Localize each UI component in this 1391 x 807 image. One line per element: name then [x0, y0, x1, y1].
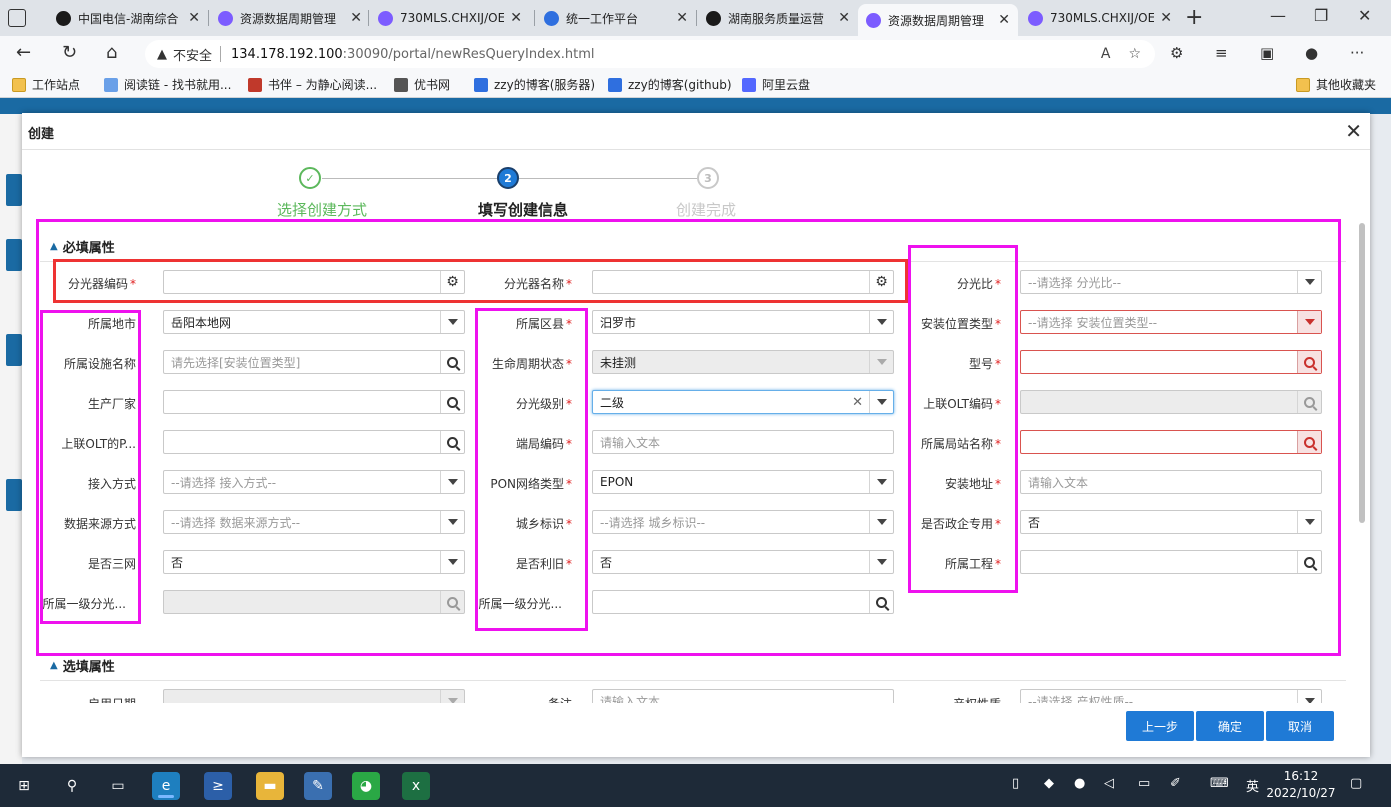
field-label: 启用日期	[36, 695, 136, 703]
collections-icon[interactable]: ▣	[1260, 44, 1274, 62]
browser-tab[interactable]: 730MLS.CHXIJ/OE ✕	[370, 4, 530, 32]
extensions-icon[interactable]: ⚙	[1170, 44, 1183, 62]
field-label: 备注	[472, 695, 572, 703]
browser-tab[interactable]: 中国电信-湖南综合 ✕	[48, 4, 208, 32]
folder-icon	[1296, 77, 1310, 92]
browser-tab[interactable]: 统一工作平台 ✕	[536, 4, 696, 32]
close-tab-icon[interactable]: ✕	[670, 10, 688, 26]
home-icon[interactable]: ⌂	[106, 42, 117, 63]
volume-icon[interactable]: ◁	[1104, 776, 1114, 791]
file-explorer-icon[interactable]: ▬	[256, 772, 284, 800]
pen-icon[interactable]: ✐	[1170, 776, 1181, 791]
read-aloud-icon[interactable]: A	[1101, 46, 1111, 62]
back-icon[interactable]: ←	[16, 42, 31, 63]
keyboard-icon[interactable]: ⌨	[1210, 776, 1229, 791]
cancel-button[interactable]: 取消	[1266, 711, 1334, 741]
close-tab-icon[interactable]: ✕	[832, 10, 850, 26]
browser-tab[interactable]: 资源数据周期管理 ✕	[210, 4, 370, 32]
tab-title: 730MLS.CHXIJ/OE	[400, 11, 505, 25]
ime-indicator[interactable]: 英	[1246, 776, 1259, 795]
minimize-button[interactable]: —	[1270, 6, 1286, 25]
wechat-icon[interactable]: ◕	[352, 772, 380, 800]
app-icon	[866, 12, 881, 28]
close-tab-icon[interactable]: ✕	[1154, 10, 1172, 26]
tab-title: 湖南服务质量运营	[728, 11, 825, 26]
url-field[interactable]: ▲ 不安全 134.178.192.100 :30090/portal/newR…	[145, 40, 1155, 68]
url-host: 134.178.192.100	[231, 46, 343, 62]
address-bar-row: ← ↻ ⌂ ▲ 不安全 134.178.192.100 :30090/porta…	[0, 36, 1391, 72]
diamond-icon	[394, 77, 408, 92]
wechat-tray-icon[interactable]: ●	[1074, 776, 1085, 791]
tab-title: 730MLS.CHXIJ/OE	[1050, 11, 1155, 25]
bookmark-item[interactable]: 书伴 – 为静心阅读...	[248, 76, 377, 93]
other-bookmarks[interactable]: 其他收藏夹	[1296, 76, 1376, 93]
bookmark-item[interactable]: 阿里云盘	[742, 76, 810, 93]
refresh-icon[interactable]: ↻	[62, 42, 77, 63]
search-icon[interactable]: ⚲	[58, 772, 86, 800]
usb-icon[interactable]: ▯	[1012, 776, 1019, 791]
start-icon[interactable]: ⊞	[10, 772, 38, 800]
bookmark-item[interactable]: 工作站点	[12, 76, 80, 93]
z-icon	[544, 10, 559, 26]
task-view-icon[interactable]: ▭	[104, 772, 132, 800]
network-icon[interactable]: ▭	[1138, 776, 1150, 791]
tab-title: 资源数据周期管理	[888, 13, 985, 28]
profile-icon[interactable]: ●	[1305, 44, 1318, 62]
bookmark-item[interactable]: 优书网	[394, 76, 450, 93]
defender-icon[interactable]: ◆	[1044, 776, 1054, 791]
add-favorite-icon[interactable]: ☆	[1128, 46, 1141, 62]
tab-title: 中国电信-湖南综合	[78, 11, 179, 26]
dropdown-caret-icon[interactable]	[1297, 690, 1321, 703]
notification-icon[interactable]: ▢	[1350, 776, 1362, 791]
app-icon	[218, 10, 233, 26]
bookmark-item[interactable]: zzy的博客(服务器)	[474, 76, 595, 93]
favorites-icon[interactable]: ≡	[1215, 44, 1228, 62]
browser-tab[interactable]: 资源数据周期管理 ✕	[858, 4, 1018, 36]
browser-tab[interactable]: 湖南服务质量运营 ✕	[698, 4, 858, 32]
ie-icon	[56, 10, 71, 26]
text-field[interactable]: 请输入文本	[592, 689, 894, 703]
bookmark-item[interactable]: zzy的博客(github)	[608, 76, 732, 93]
url-path: :30090/portal/newResQueryIndex.html	[342, 46, 595, 62]
app-icon	[378, 10, 393, 26]
cloud-icon	[742, 77, 756, 92]
close-tab-icon[interactable]: ✕	[992, 12, 1010, 28]
calendar-icon[interactable]	[440, 690, 464, 703]
bookmarks-bar: 工作站点 阅读链 - 找书就用... 书伴 – 为静心阅读... 优书网 zzy的博客(…	[0, 72, 1391, 98]
select-field[interactable]: --请选择 产权性质--	[1020, 689, 1322, 703]
browser-tab[interactable]: 730MLS.CHXIJ/OE ✕	[1020, 4, 1180, 32]
tab-title: 统一工作平台	[566, 11, 639, 26]
notepad-icon[interactable]: ✎	[304, 772, 332, 800]
new-tab-button[interactable]: +	[1185, 5, 1203, 30]
confirm-button[interactable]: 确定	[1196, 711, 1264, 741]
ie-icon	[706, 10, 721, 26]
prev-step-button[interactable]: 上一步	[1126, 711, 1194, 741]
field-label: 产权性质	[901, 695, 1001, 703]
close-tab-icon[interactable]: ✕	[182, 10, 200, 26]
close-tab-icon[interactable]: ✕	[504, 10, 522, 26]
maximize-button[interactable]: ❐	[1314, 6, 1328, 25]
edge-icon[interactable]: e	[152, 772, 180, 800]
clock[interactable]: 16:12 2022/10/27	[1262, 768, 1340, 802]
warning-icon: ▲	[157, 46, 167, 62]
windows-taskbar: ⊞ ⚲ ▭ e ≥ ▬ ✎ ◕ x ▯ ◆ ● ◁ ▭ ✐ ⌨ 英 16:12 …	[0, 764, 1391, 807]
book-icon	[248, 77, 262, 92]
powershell-icon[interactable]: ≥	[204, 772, 232, 800]
z-icon	[474, 77, 488, 92]
app-icon	[1028, 10, 1043, 26]
folder-icon	[12, 77, 26, 92]
z-icon	[608, 77, 622, 92]
tab-title: 资源数据周期管理	[240, 11, 337, 26]
browser-tab-bar: 中国电信-湖南综合 ✕ 资源数据周期管理 ✕ 730MLS.CHXIJ/OE ✕ 统一工作平…	[0, 0, 1391, 36]
more-icon[interactable]: ···	[1350, 44, 1364, 62]
excel-icon[interactable]: x	[402, 772, 430, 800]
close-window-button[interactable]: ✕	[1358, 6, 1371, 25]
tab-actions-icon[interactable]	[8, 9, 26, 27]
link-icon	[104, 77, 118, 92]
create-dialog: 创建 ✕ ✓ 选择创建方式 2 填写创建信息 3 创建完成 ▲ 必填属性 分光器编码 * ⚙ 所…	[22, 113, 1370, 757]
close-tab-icon[interactable]: ✕	[344, 10, 362, 26]
select-field	[163, 689, 465, 703]
security-label: 不安全	[173, 48, 213, 64]
bookmark-item[interactable]: 阅读链 - 找书就用...	[104, 76, 231, 93]
